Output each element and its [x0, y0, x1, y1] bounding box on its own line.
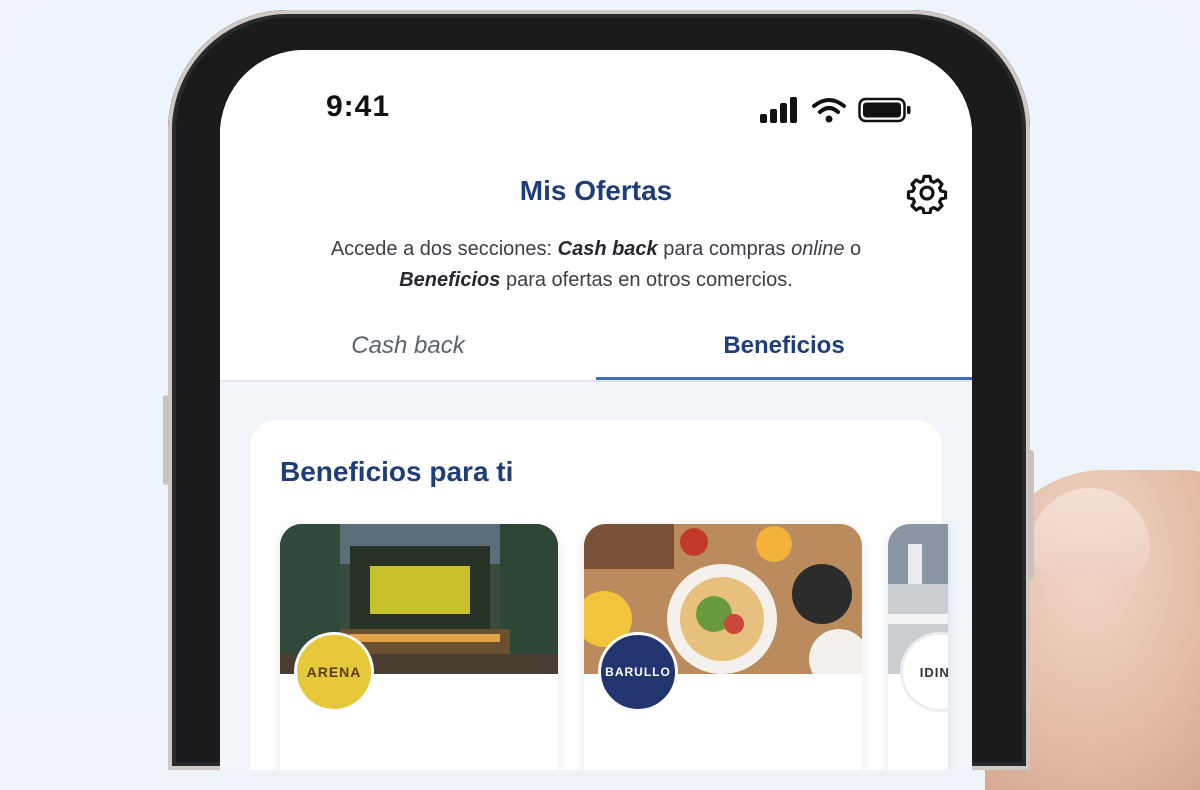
- battery-icon: [858, 97, 911, 123]
- tab-beneficios[interactable]: Beneficios: [596, 312, 972, 382]
- side-button-right: [1028, 450, 1034, 580]
- page-title: Mis Ofertas: [519, 175, 673, 206]
- logo-barullo: BARULLO: [598, 632, 678, 712]
- app-screen: 9:41 Mis Ofertas Accede a dos secciones:…: [220, 50, 972, 770]
- description-text: Accede a dos secciones: Cash back para c…: [280, 234, 912, 296]
- desc-cashback: Cash back: [557, 238, 658, 260]
- tabs-divider: [220, 380, 972, 382]
- status-icons: [760, 96, 912, 124]
- desc-part4: para ofertas en otros comercios.: [500, 269, 793, 291]
- status-time: 9:41: [326, 90, 391, 123]
- logo-idink-text: IDINK: [919, 664, 948, 680]
- side-button-left: [163, 395, 169, 485]
- gear-icon[interactable]: [906, 172, 948, 214]
- tab-beneficios-label: Beneficios: [723, 332, 845, 359]
- offer-card-barullo[interactable]: BARULLO: [584, 524, 862, 770]
- wifi-icon: [812, 98, 846, 123]
- offer-card-arena[interactable]: ARENA: [280, 524, 558, 770]
- signal-icon: [760, 97, 797, 123]
- desc-part3: o: [844, 238, 862, 260]
- section-title: Beneficios para ti: [280, 456, 514, 487]
- desc-online: online: [791, 238, 845, 260]
- tab-bar: Cash back Beneficios: [220, 312, 972, 382]
- logo-barullo-text: BARULLO: [605, 665, 671, 679]
- desc-part1: Accede a dos secciones:: [330, 238, 558, 260]
- offer-card-idink[interactable]: IDINK: [888, 524, 948, 770]
- desc-part2: para compras: [657, 238, 792, 260]
- desc-beneficios: Beneficios: [399, 269, 501, 291]
- logo-arena: ARENA: [294, 632, 374, 712]
- tab-cash-back-label: Cash back: [351, 332, 465, 359]
- benefits-card: Beneficios para ti ARENA BARULLO IDIN: [250, 420, 948, 770]
- tab-cash-back[interactable]: Cash back: [220, 312, 596, 380]
- logo-arena-text: ARENA: [306, 664, 362, 680]
